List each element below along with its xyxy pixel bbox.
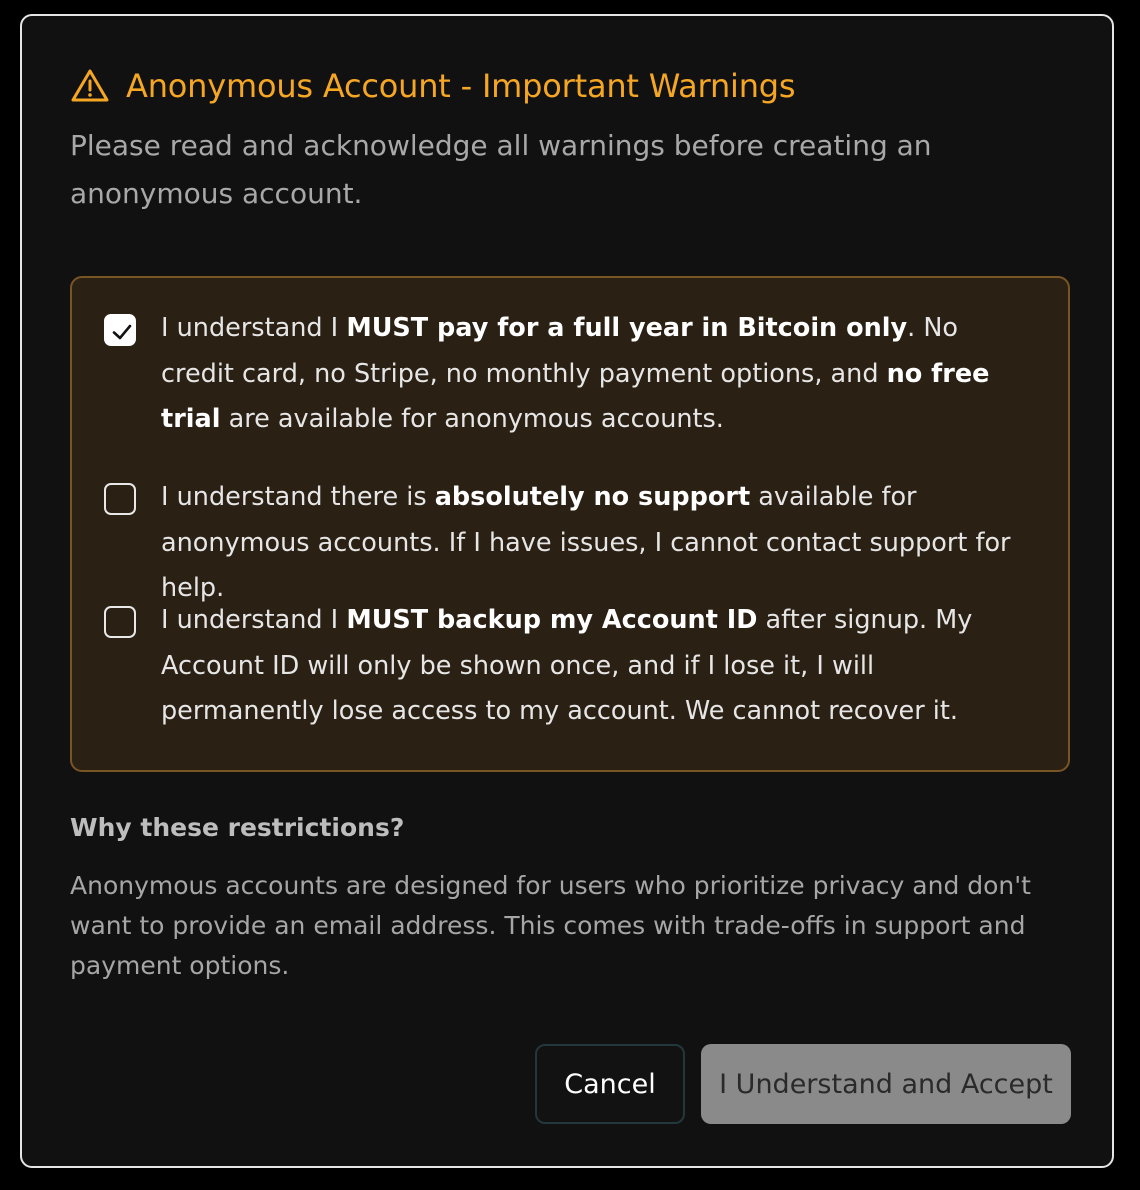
warning-segment: I understand I xyxy=(161,313,347,343)
warning-emphasis: MUST backup my Account ID xyxy=(346,605,758,635)
restrictions-explanation: Anonymous accounts are designed for user… xyxy=(70,871,1031,980)
accept-button[interactable]: I Understand and Accept xyxy=(701,1044,1071,1124)
warning-text: I understand I MUST pay for a full year … xyxy=(161,306,1031,443)
dialog-subtitle: Please read and acknowledge all warnings… xyxy=(70,129,932,210)
checkbox-backup-account-id[interactable] xyxy=(104,606,136,638)
restrictions-heading: Why these restrictions? xyxy=(70,813,405,842)
warning-item-no-support[interactable]: I understand there is absolutely no supp… xyxy=(104,481,1031,612)
cancel-button[interactable]: Cancel xyxy=(535,1044,685,1124)
warning-segment: I understand there is xyxy=(161,482,435,512)
warning-item-backup-account-id[interactable]: I understand I MUST backup my Account ID… xyxy=(104,604,1031,735)
checkmark-icon xyxy=(112,324,132,340)
warning-segment: I understand I xyxy=(161,605,347,635)
checkbox-no-support[interactable] xyxy=(104,483,136,515)
checkbox-bitcoin-payment[interactable] xyxy=(104,314,136,346)
warning-text: I understand there is absolutely no supp… xyxy=(161,475,1031,612)
warning-emphasis: MUST pay for a full year in Bitcoin only xyxy=(346,313,908,343)
dialog-title: Anonymous Account - Important Warnings xyxy=(126,67,796,105)
warning-item-bitcoin-payment[interactable]: I understand I MUST pay for a full year … xyxy=(104,312,1031,443)
warning-emphasis: absolutely no support xyxy=(434,482,751,512)
anonymous-account-dialog: Anonymous Account - Important Warnings P… xyxy=(20,14,1114,1168)
warning-triangle-icon xyxy=(70,66,110,106)
warnings-panel: I understand I MUST pay for a full year … xyxy=(70,276,1070,772)
warning-segment: are available for anonymous accounts. xyxy=(220,404,724,434)
dialog-header: Anonymous Account - Important Warnings xyxy=(70,64,796,108)
warning-text: I understand I MUST backup my Account ID… xyxy=(161,598,1031,735)
